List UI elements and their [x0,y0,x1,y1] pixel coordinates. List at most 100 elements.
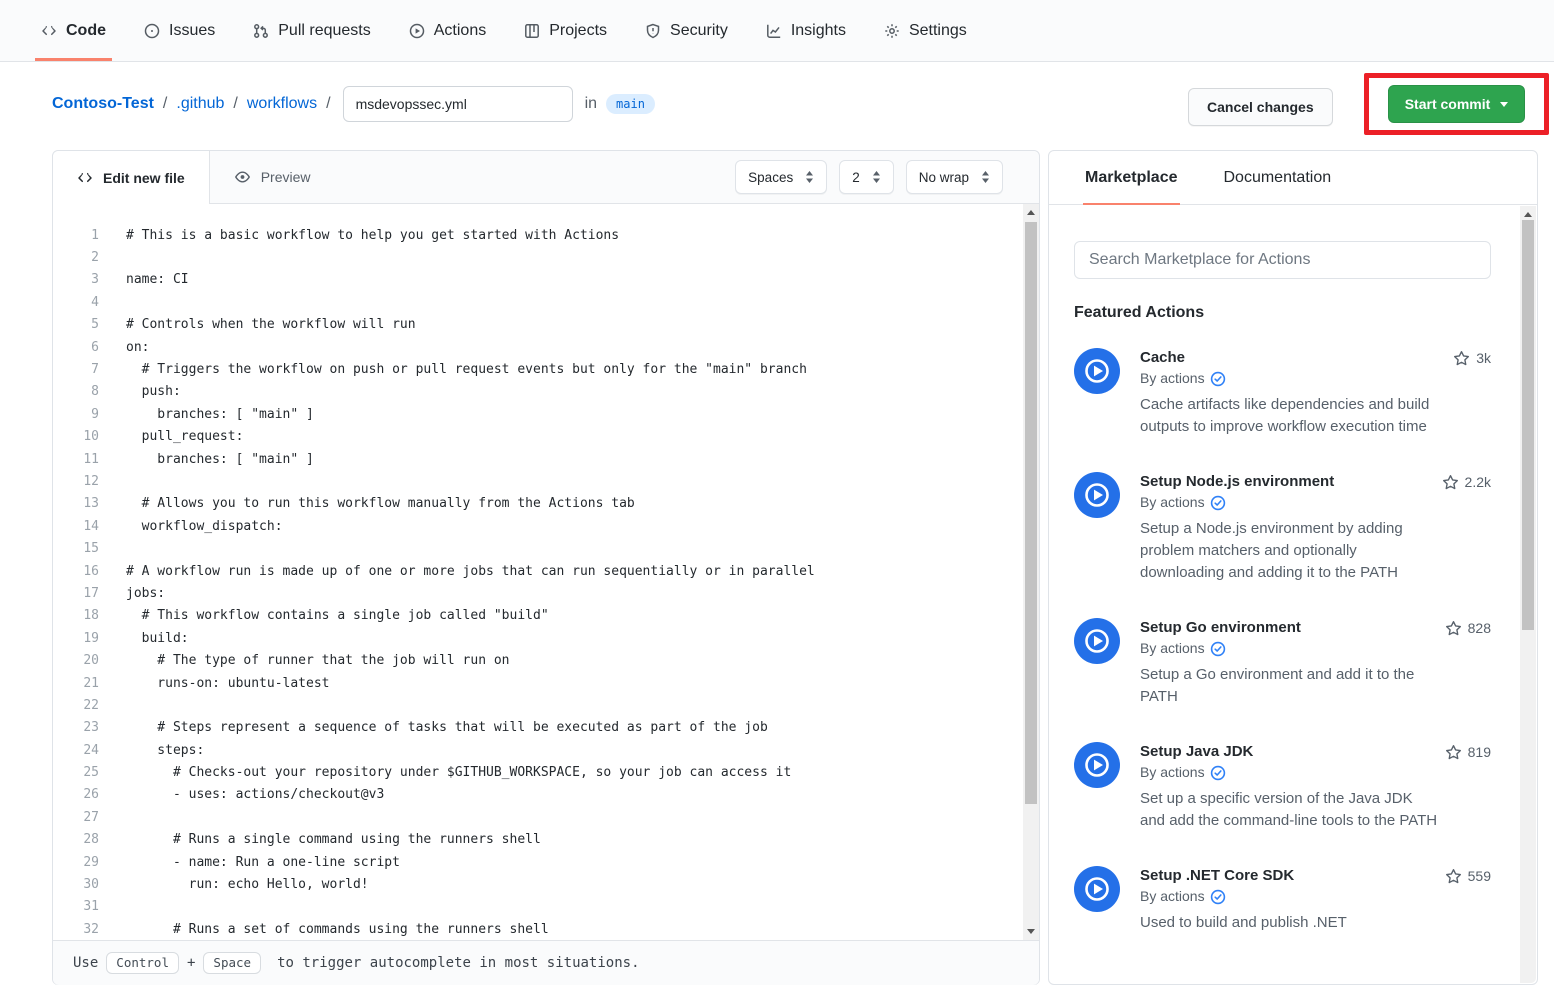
tab-edit-new-file[interactable]: Edit new file [53,151,210,204]
nav-tab-security[interactable]: Security [639,0,734,61]
line-number: 15 [53,541,99,556]
line-text: runs-on: ubuntu-latest [99,676,330,691]
line-number: 4 [53,295,99,310]
code-line: 15 [53,537,1023,559]
marketplace-panel: Marketplace Documentation Featured Actio… [1048,150,1538,985]
star-icon[interactable] [1453,350,1470,367]
marketplace-search-input[interactable] [1074,241,1491,279]
editor-scrollbar[interactable] [1023,204,1039,940]
line-text: # This is a basic workflow to help you g… [99,228,619,243]
file-editor-panel: Edit new file Preview Spaces 2 No wrap 1… [52,150,1040,985]
code-line: 23 # Steps represent a sequence of tasks… [53,717,1023,739]
marketplace-scrollbar-thumb[interactable] [1522,220,1534,630]
code-lines[interactable]: 1# This is a basic workflow to help you … [53,204,1023,940]
tab-marketplace[interactable]: Marketplace [1085,151,1178,204]
line-text: branches: [ "main" ] [99,407,314,422]
line-text: # This workflow contains a single job ca… [99,608,549,623]
star-icon[interactable] [1442,474,1459,491]
code-line: 17jobs: [53,582,1023,604]
line-text: on: [99,340,149,355]
star-count: 3k [1453,348,1491,438]
filename-input[interactable] [343,86,573,122]
action-title[interactable]: Setup Node.js environment [1140,472,1440,492]
line-text: # The type of runner that the job will r… [99,653,510,668]
line-number: 30 [53,877,99,892]
nav-tab-pull-requests[interactable]: Pull requests [247,0,377,61]
line-number: 2 [53,250,99,265]
code-icon [77,170,93,186]
code-line: 16# A workflow run is made up of one or … [53,560,1023,582]
code-editor[interactable]: 1# This is a basic workflow to help you … [53,204,1039,940]
line-number: 7 [53,362,99,377]
editor-scrollbar-thumb[interactable] [1025,222,1037,804]
line-number: 14 [53,519,99,534]
play-circle-icon [409,23,425,39]
cancel-changes-button[interactable]: Cancel changes [1188,88,1333,126]
marketplace-scrollbar[interactable] [1520,206,1536,983]
editor-tabbar: Edit new file Preview Spaces 2 No wrap [53,151,1039,204]
nav-tab-actions[interactable]: Actions [403,0,492,61]
nav-tab-projects[interactable]: Projects [518,0,613,61]
action-title[interactable]: Setup .NET Core SDK [1140,866,1440,886]
breadcrumb-dir-github[interactable]: .github [176,95,224,113]
breadcrumb-dir-workflows[interactable]: workflows [247,95,317,113]
nav-tab-code[interactable]: Code [35,0,112,61]
code-line: 18 # This workflow contains a single job… [53,605,1023,627]
indent-mode-select[interactable]: Spaces [735,160,827,194]
dropdown-caret-icon [1500,102,1508,107]
marketplace-tabbar: Marketplace Documentation [1049,151,1537,205]
code-line: 28 # Runs a single command using the run… [53,829,1023,851]
hint-suffix: to trigger autocomplete in most situatio… [277,955,639,971]
verified-badge-icon [1210,371,1226,387]
nav-tab-label: Insights [791,22,846,40]
action-title[interactable]: Setup Go environment [1140,618,1440,638]
breadcrumb-separator: / [326,95,330,113]
tab-preview[interactable]: Preview [210,151,335,203]
scroll-down-arrow-icon[interactable] [1027,929,1035,934]
nav-tab-insights[interactable]: Insights [760,0,852,61]
start-commit-button[interactable]: Start commit [1388,85,1526,123]
code-line: 3name: CI [53,269,1023,291]
scroll-up-arrow-icon[interactable] [1027,210,1035,215]
code-line: 6on: [53,336,1023,358]
marketplace-action-card: Setup Java JDK By actions Set up a speci… [1074,742,1491,832]
line-text: # Triggers the workflow on push or pull … [99,362,807,377]
action-author: By actions [1140,368,1205,389]
line-number: 16 [53,564,99,579]
action-play-icon[interactable] [1074,472,1120,584]
action-title[interactable]: Setup Java JDK [1140,742,1440,762]
action-play-icon[interactable] [1074,618,1120,708]
graph-icon [766,23,782,39]
tab-documentation[interactable]: Documentation [1224,151,1332,204]
line-number: 29 [53,855,99,870]
star-icon[interactable] [1445,744,1462,761]
line-text: steps: [99,743,204,758]
line-text: # Runs a single command using the runner… [99,832,541,847]
code-line: 7 # Triggers the workflow on push or pul… [53,358,1023,380]
marketplace-action-card: Setup Go environment By actions Setup a … [1074,618,1491,708]
breadcrumb-repo-link[interactable]: Contoso-Test [52,95,154,113]
line-number: 23 [53,720,99,735]
action-title[interactable]: Cache [1140,348,1440,368]
nav-tab-issues[interactable]: Issues [138,0,221,61]
scroll-up-arrow-icon[interactable] [1524,212,1532,217]
star-icon[interactable] [1445,868,1462,885]
indent-size-select[interactable]: 2 [839,160,894,194]
line-number: 25 [53,765,99,780]
line-number: 27 [53,810,99,825]
line-number: 13 [53,496,99,511]
star-icon[interactable] [1445,620,1462,637]
wrap-mode-select[interactable]: No wrap [906,160,1003,194]
nav-tab-settings[interactable]: Settings [878,0,973,61]
action-play-icon[interactable] [1074,866,1120,934]
line-number: 9 [53,407,99,422]
action-play-icon[interactable] [1074,742,1120,832]
line-text: # Runs a set of commands using the runne… [99,922,549,937]
line-text: pull_request: [99,429,243,444]
line-text: - uses: actions/checkout@v3 [99,787,384,802]
action-play-icon[interactable] [1074,348,1120,438]
code-line: 32 # Runs a set of commands using the ru… [53,918,1023,940]
pull-request-icon [253,23,269,39]
line-text: build: [99,631,189,646]
line-number: 32 [53,922,99,937]
